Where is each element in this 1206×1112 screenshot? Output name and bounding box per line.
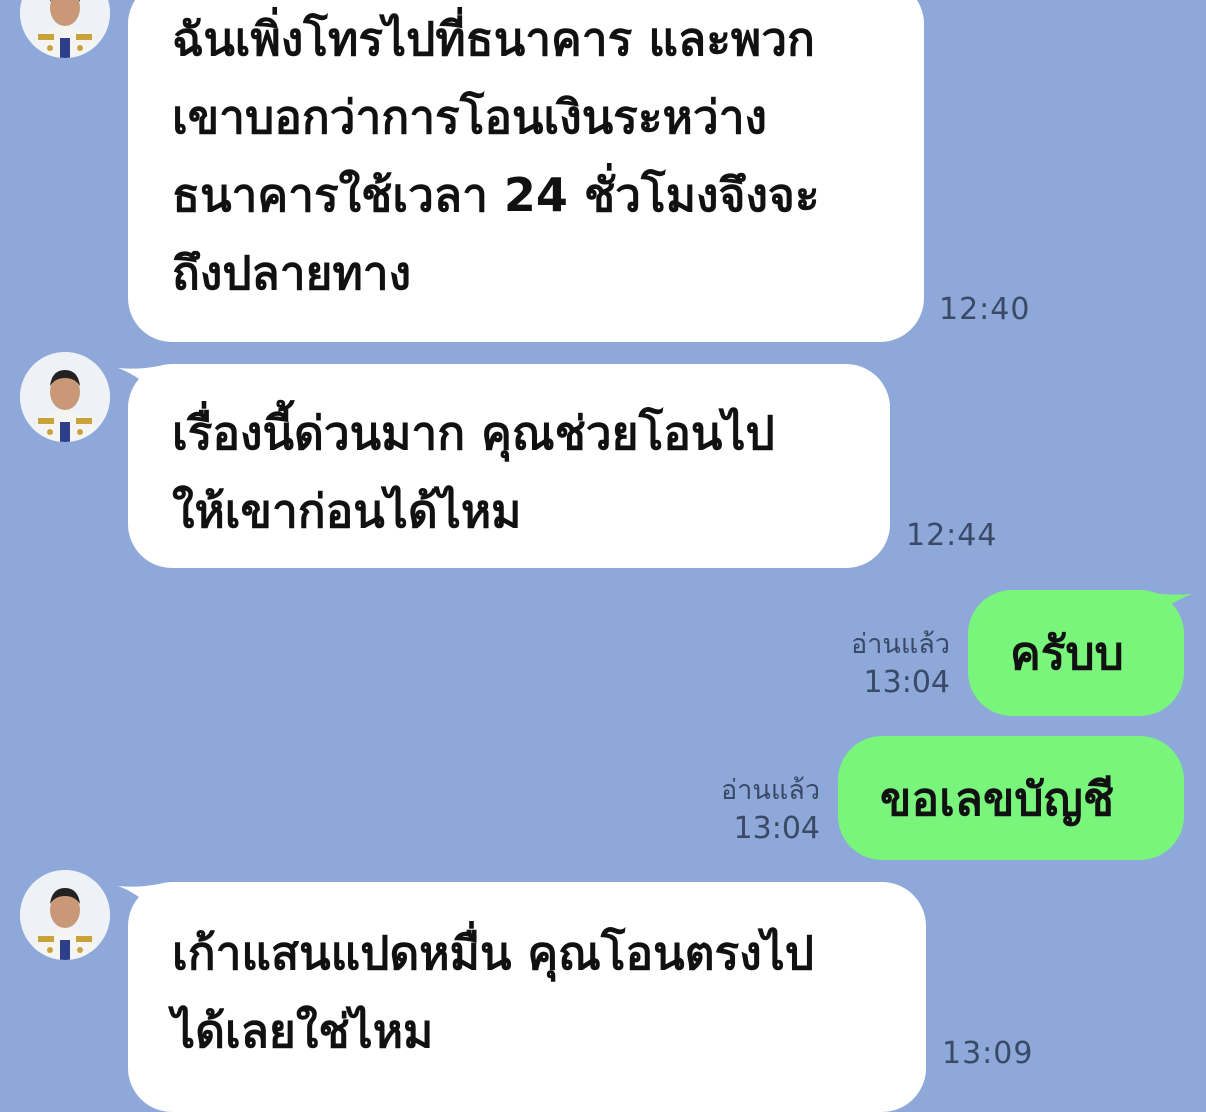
outgoing-message-bubble: ขอเลขบัญชี: [838, 736, 1184, 860]
person-portrait-icon: [20, 352, 110, 442]
contact-avatar[interactable]: [20, 0, 110, 58]
read-label: อ่านแล้ว: [851, 629, 950, 660]
person-portrait-icon: [20, 0, 110, 58]
incoming-message-bubble: ฉันเพิ่งโทรไปที่ธนาคาร และพวก เขาบอกว่าก…: [128, 0, 924, 342]
message-timestamp: 12:44: [906, 518, 998, 553]
message-text-line: ให้เขาก่อนได้ไหม: [172, 484, 522, 538]
read-label: อ่านแล้ว: [721, 775, 820, 806]
message-timestamp: 13:04: [733, 811, 820, 846]
incoming-message-bubble: เก้าแสนแปดหมื่น คุณโอนตรงไป ได้เลยใช่ไหม: [128, 882, 926, 1112]
message-text-line: ขอเลขบัญชี: [880, 772, 1115, 826]
message-timestamp: 12:40: [939, 292, 1031, 327]
read-receipt-status: อ่านแล้ว 13:04: [800, 626, 950, 702]
incoming-message-bubble: เรื่องนี้ด่วนมาก คุณช่วยโอนไป ให้เขาก่อน…: [128, 364, 890, 568]
message-timestamp: 13:09: [942, 1036, 1034, 1071]
message-text-line: ครับบ: [1010, 626, 1124, 680]
message-text-line: เรื่องนี้ด่วนมาก คุณช่วยโอนไป: [172, 406, 775, 460]
message-text-line: เขาบอกว่าการโอนเงินระหว่าง: [172, 90, 767, 144]
person-portrait-icon: [20, 870, 110, 960]
message-text-line: ธนาคารใช้เวลา 24 ชั่วโมงจึงจะ: [172, 168, 820, 222]
contact-avatar[interactable]: [20, 870, 110, 960]
contact-avatar[interactable]: [20, 352, 110, 442]
message-text-line: ถึงปลายทาง: [172, 246, 412, 300]
message-timestamp: 13:04: [863, 665, 950, 700]
message-text-line: เก้าแสนแปดหมื่น คุณโอนตรงไป: [172, 926, 815, 980]
message-text-line: ได้เลยใช่ไหม: [172, 1004, 434, 1058]
read-receipt-status: อ่านแล้ว 13:04: [670, 772, 820, 848]
message-text-line: ฉันเพิ่งโทรไปที่ธนาคาร และพวก: [172, 12, 815, 66]
outgoing-message-bubble: ครับบ: [968, 590, 1184, 716]
